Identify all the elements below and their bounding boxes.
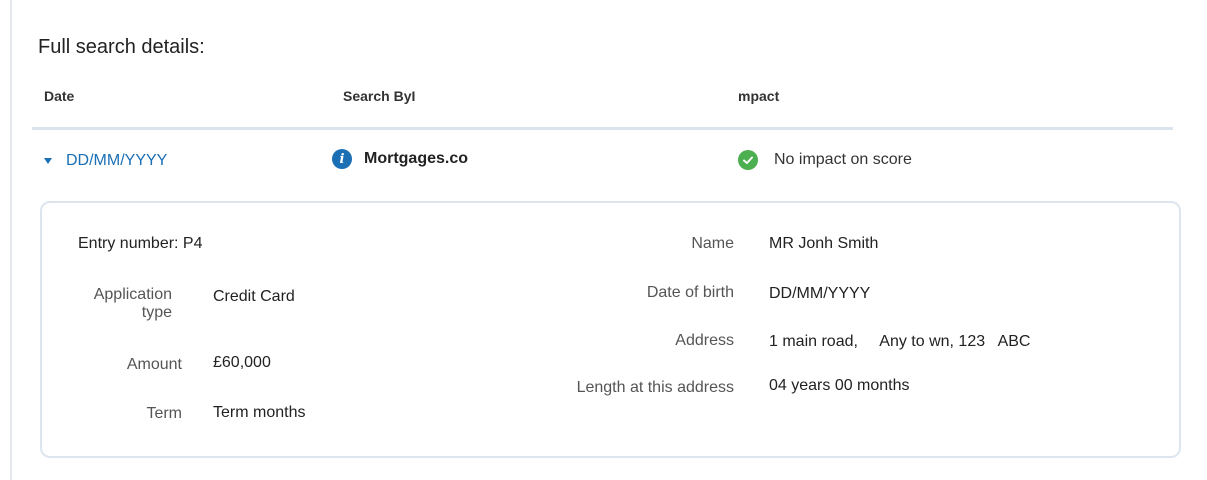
- term-label: Term: [146, 405, 182, 422]
- search-lender: i Mortgages.co: [332, 149, 468, 169]
- column-header-search-by: Search ByI: [343, 88, 416, 104]
- length-at-address-value: 04 years 00 months: [769, 377, 910, 394]
- amount-label: Amount: [126, 356, 182, 373]
- impact-text: No impact on score: [774, 151, 912, 168]
- details-panel: Entry number: P4 Application type Credit…: [40, 201, 1181, 458]
- entry-number: Entry number: P4: [78, 235, 203, 252]
- address-value: 1 main road, Any to wn, 123 ABC: [769, 333, 1031, 350]
- section-title: Full search details:: [38, 36, 205, 58]
- impact-status: No impact on score: [738, 150, 912, 170]
- application-type-label: Application type: [93, 286, 172, 321]
- column-header-impact: mpact: [738, 88, 780, 104]
- length-at-address-label: Length at this address: [576, 379, 734, 396]
- term-value: Term months: [213, 404, 306, 421]
- name-value: MR Jonh Smith: [769, 235, 879, 252]
- dob-label: Date of birth: [646, 284, 734, 301]
- dob-value: DD/MM/YYYY: [769, 285, 871, 302]
- application-type-value: Credit Card: [213, 288, 295, 305]
- column-header-date: Date: [44, 88, 75, 104]
- caret-down-icon: [44, 158, 52, 164]
- address-label: Address: [675, 332, 734, 349]
- info-icon[interactable]: i: [332, 149, 352, 169]
- amount-value: £60,000: [213, 354, 271, 371]
- search-date: DD/MM/YYYY: [66, 152, 168, 169]
- check-circle-icon: [738, 150, 758, 170]
- expand-toggle[interactable]: DD/MM/YYYY: [44, 152, 167, 170]
- left-rule: [10, 0, 12, 480]
- lender-name: Mortgages.co: [364, 150, 469, 167]
- search-row: DD/MM/YYYY i Mortgages.co No impact on s…: [0, 130, 1207, 190]
- name-label: Name: [691, 235, 734, 252]
